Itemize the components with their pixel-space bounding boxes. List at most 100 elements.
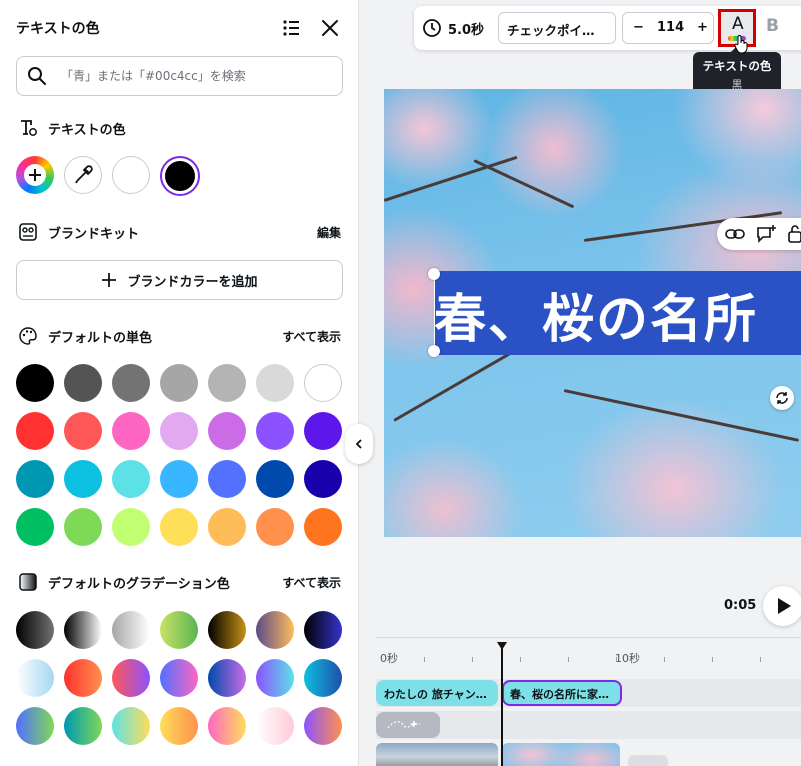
gradient-swatch[interactable] bbox=[304, 707, 342, 745]
gradient-swatch[interactable] bbox=[160, 659, 198, 697]
solid-swatch[interactable] bbox=[16, 412, 54, 450]
solid-swatch[interactable] bbox=[16, 508, 54, 546]
solid-swatch[interactable] bbox=[160, 508, 198, 546]
timeline-label-0: 0秒 bbox=[380, 652, 398, 665]
timeline-label-10: 10秒 bbox=[615, 652, 640, 665]
timeline-clip-selected[interactable]: 春、桜の名所に家… bbox=[502, 680, 622, 706]
solid-swatch[interactable] bbox=[256, 364, 294, 402]
link-icon[interactable] bbox=[725, 225, 745, 243]
solid-swatch[interactable] bbox=[208, 364, 246, 402]
rotate-button[interactable] bbox=[770, 386, 794, 410]
plus-icon bbox=[24, 164, 46, 186]
solid-swatch[interactable] bbox=[256, 508, 294, 546]
solid-swatch[interactable] bbox=[304, 364, 342, 402]
design-canvas[interactable]: 春、桜の名所 bbox=[384, 89, 801, 537]
solid-swatch[interactable] bbox=[208, 460, 246, 498]
solid-swatch[interactable] bbox=[112, 460, 150, 498]
solid-swatch[interactable] bbox=[256, 460, 294, 498]
playhead[interactable] bbox=[501, 646, 503, 766]
gradient-swatch[interactable] bbox=[208, 611, 246, 649]
brand-kit-edit-link[interactable]: 編集 bbox=[317, 224, 341, 241]
gradient-swatch[interactable] bbox=[64, 707, 102, 745]
gradient-swatch[interactable] bbox=[208, 659, 246, 697]
font-size-stepper[interactable]: − 114 + bbox=[622, 12, 714, 44]
gradient-swatch[interactable] bbox=[16, 707, 54, 745]
gradient-swatch[interactable] bbox=[16, 611, 54, 649]
gradient-swatch[interactable] bbox=[64, 659, 102, 697]
default-solid-show-all[interactable]: すべて表示 bbox=[282, 328, 341, 345]
solid-swatch[interactable] bbox=[304, 412, 342, 450]
canvas-title-text[interactable]: 春、桜の名所 bbox=[434, 277, 758, 352]
bold-button[interactable]: B bbox=[766, 16, 779, 36]
solid-swatch[interactable] bbox=[160, 412, 198, 450]
solid-swatch[interactable] bbox=[160, 364, 198, 402]
ruler-tick bbox=[664, 657, 665, 662]
gradient-swatch[interactable] bbox=[160, 611, 198, 649]
solid-swatch[interactable] bbox=[208, 412, 246, 450]
solid-swatch[interactable] bbox=[208, 508, 246, 546]
play-button[interactable] bbox=[763, 586, 801, 626]
solid-swatch[interactable] bbox=[16, 460, 54, 498]
solid-swatch[interactable] bbox=[256, 412, 294, 450]
color-search[interactable] bbox=[16, 56, 343, 96]
gradient-swatch[interactable] bbox=[112, 611, 150, 649]
timeline-effect-clip[interactable] bbox=[376, 712, 440, 738]
solid-swatch[interactable] bbox=[112, 364, 150, 402]
add-color-button[interactable] bbox=[16, 156, 54, 194]
font-selector[interactable]: チェックポイ… bbox=[498, 12, 616, 44]
gradient-swatch[interactable] bbox=[304, 611, 342, 649]
duration-label: 5.0秒 bbox=[448, 22, 485, 38]
playback-time: 0:05 bbox=[724, 598, 757, 613]
tooltip-title: テキストの色 bbox=[702, 59, 772, 73]
add-comment-icon[interactable] bbox=[755, 224, 777, 244]
font-size-value[interactable]: 114 bbox=[657, 20, 684, 35]
ruler-tick bbox=[472, 657, 473, 662]
swatch-white-recent[interactable] bbox=[112, 156, 150, 194]
gradient-swatch[interactable] bbox=[256, 707, 294, 745]
color-search-input[interactable] bbox=[61, 65, 331, 87]
solid-swatch[interactable] bbox=[112, 412, 150, 450]
solid-swatch[interactable] bbox=[16, 364, 54, 402]
gradient-swatch[interactable] bbox=[112, 707, 150, 745]
solid-swatch[interactable] bbox=[160, 460, 198, 498]
solid-swatch[interactable] bbox=[112, 508, 150, 546]
duration-button[interactable]: 5.0秒 bbox=[422, 13, 484, 43]
collapse-panel-button[interactable] bbox=[345, 424, 373, 464]
eyedropper-button[interactable] bbox=[64, 156, 102, 194]
list-view-icon[interactable] bbox=[281, 18, 301, 38]
swatch-black-selected[interactable] bbox=[160, 156, 200, 196]
gradient-swatch[interactable] bbox=[160, 707, 198, 745]
decrease-size-button[interactable]: − bbox=[633, 20, 644, 35]
gradient-swatch[interactable] bbox=[112, 659, 150, 697]
gradient-swatch[interactable] bbox=[256, 659, 294, 697]
default-gradient-show-all[interactable]: すべて表示 bbox=[282, 574, 341, 591]
branch-decoration bbox=[393, 344, 525, 422]
add-brand-color-button[interactable]: ブランドカラーを追加 bbox=[16, 260, 343, 300]
gradient-swatch[interactable] bbox=[208, 707, 246, 745]
default-solid-title: デフォルトの単色 bbox=[48, 331, 153, 346]
solid-swatch[interactable] bbox=[64, 508, 102, 546]
solid-swatch[interactable] bbox=[64, 460, 102, 498]
video-thumbnail[interactable] bbox=[502, 743, 620, 766]
video-thumbnail[interactable] bbox=[376, 743, 498, 766]
increase-size-button[interactable]: + bbox=[697, 20, 708, 35]
solid-swatch[interactable] bbox=[64, 412, 102, 450]
ruler-tick bbox=[424, 657, 425, 662]
solid-swatch[interactable] bbox=[64, 364, 102, 402]
solid-swatch[interactable] bbox=[304, 508, 342, 546]
add-clip-placeholder[interactable] bbox=[628, 755, 668, 766]
branch-decoration bbox=[563, 389, 800, 442]
timeline-clip[interactable]: わたしの 旅チャン… bbox=[376, 680, 498, 706]
gradient-swatch[interactable] bbox=[16, 659, 54, 697]
solid-swatch[interactable] bbox=[304, 460, 342, 498]
close-icon[interactable] bbox=[320, 18, 340, 38]
gradient-swatch[interactable] bbox=[256, 611, 294, 649]
resize-handle-top[interactable] bbox=[428, 268, 440, 280]
lock-icon[interactable] bbox=[787, 224, 801, 244]
gradient-swatch[interactable] bbox=[64, 611, 102, 649]
add-brand-color-label: ブランドカラーを追加 bbox=[127, 274, 258, 290]
resize-handle-bottom[interactable] bbox=[428, 345, 440, 357]
panel-title: テキストの色 bbox=[16, 21, 100, 37]
selection-edge bbox=[434, 274, 435, 352]
gradient-swatch[interactable] bbox=[304, 659, 342, 697]
